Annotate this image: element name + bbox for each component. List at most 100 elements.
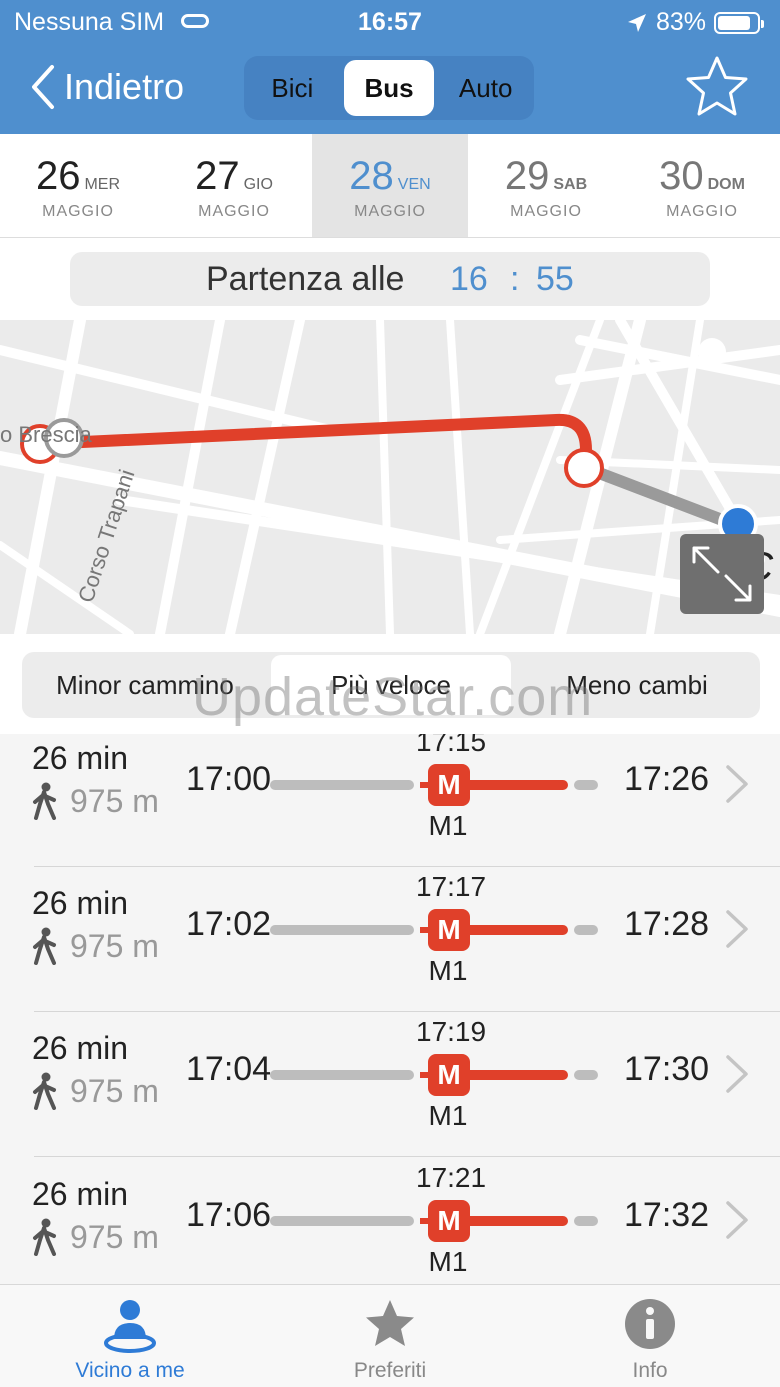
line-name: M1 [428, 1246, 468, 1277]
arrive-time: 17:26 [624, 760, 710, 798]
chevron-right-icon [726, 910, 748, 948]
walk-info: 975 m [32, 1072, 159, 1110]
walk-distance: 975 m [70, 1218, 159, 1255]
route-duration: 26 min [32, 1030, 129, 1066]
map-road [446, 320, 474, 634]
expand-icon [692, 546, 752, 602]
walk-segment [270, 925, 414, 935]
metro-segment [460, 925, 568, 935]
depart-time: 17:02 [186, 905, 272, 943]
tab-label: Preferiti [353, 1359, 427, 1382]
walk-segment [270, 1070, 414, 1080]
favorite-button[interactable] [684, 54, 750, 125]
departure-separator: : [510, 260, 520, 298]
tab-label: Info [632, 1359, 668, 1382]
walk-info: 975 m [32, 782, 159, 820]
mode-car[interactable]: Auto [440, 60, 531, 116]
date-day: 29 [504, 154, 550, 198]
chevron-left-icon [32, 65, 54, 109]
route-duration: 26 min [32, 885, 129, 921]
walking-person-icon [33, 1072, 56, 1110]
person-location-icon [104, 1300, 156, 1353]
transfer-time: 17:19 [416, 1016, 487, 1047]
line-name: M1 [428, 955, 468, 986]
walk-info: 975 m [32, 927, 159, 965]
battery-percent: 83% [655, 8, 706, 36]
walk-segment-end [574, 780, 598, 790]
route-row[interactable]: 26 min 975 m 17:04 17:19 M M1 17:30 [0, 1012, 780, 1157]
metro-segment [460, 780, 568, 790]
date-item-selected[interactable]: 28 VEN MAGGIO [312, 134, 468, 237]
star-outline-icon [686, 56, 748, 116]
route-row[interactable]: 26 min 975 m 17:00 17:15 M M1 17:26 [0, 734, 780, 867]
mode-bus[interactable]: Bus [343, 60, 435, 116]
transfer-time: 17:17 [416, 871, 487, 902]
date-month: MAGGIO [198, 203, 270, 220]
departure-hour[interactable]: 16 [450, 260, 488, 299]
line-name: M1 [428, 810, 468, 841]
date-weekday: DOM [707, 176, 745, 193]
nav-bar: Indietro Bici Bus Auto [0, 50, 780, 130]
date-weekday: MER [84, 176, 121, 193]
date-item[interactable]: 27 GIO MAGGIO [156, 134, 312, 237]
date-month: MAGGIO [510, 203, 582, 220]
mode-bike[interactable]: Bici [247, 60, 338, 116]
tab-nearby[interactable]: Vicino a me [0, 1285, 260, 1387]
map-road [376, 320, 394, 634]
walk-segment-end [574, 925, 598, 935]
header: Nessuna SIM 16:57 83% Indietro Bici Bus … [0, 0, 780, 134]
metro-segment [460, 1216, 568, 1226]
departure-time-picker[interactable]: Partenza alle 16 : 55 [70, 252, 710, 306]
date-day: 27 [195, 154, 240, 198]
tab-info[interactable]: Info [520, 1285, 780, 1387]
date-item[interactable]: 30 DOM MAGGIO [624, 134, 780, 237]
route-option-selector: Minor cammino Più veloce Meno cambi [22, 652, 760, 718]
route-transfer-marker [564, 448, 604, 488]
star-icon [366, 1300, 414, 1346]
transfer-time: 17:21 [416, 1162, 487, 1193]
walk-distance: 975 m [70, 927, 159, 964]
date-weekday: SAB [553, 176, 588, 193]
date-item[interactable]: 29 SAB MAGGIO [468, 134, 624, 237]
walk-segment [270, 780, 414, 790]
departure-minute[interactable]: 55 [536, 260, 574, 299]
route-row[interactable]: 26 min 975 m 17:06 17:21 M M1 17:32 [0, 1158, 780, 1284]
option-fewest-changes[interactable]: Meno cambi [517, 655, 757, 715]
back-button[interactable]: Indietro [30, 64, 184, 110]
route-row[interactable]: 26 min 975 m 17:02 17:17 M M1 17:28 [0, 867, 780, 1012]
walk-segment-end [574, 1216, 598, 1226]
departure-row: Partenza alle 16 : 55 [0, 238, 780, 320]
arrive-time: 17:32 [624, 1196, 710, 1234]
chevron-right-icon [726, 765, 748, 803]
metro-segment [460, 1070, 568, 1080]
date-month: MAGGIO [666, 203, 738, 220]
walking-person-icon [33, 782, 56, 820]
map-canvas: o Brescia Corso Trapani I C [0, 320, 780, 634]
walk-distance: 975 m [70, 1072, 159, 1109]
chevron-right-icon [726, 1055, 748, 1093]
chevron-right-icon [726, 1201, 748, 1239]
date-item[interactable]: 26 MER MAGGIO [0, 134, 156, 237]
route-map[interactable]: o Brescia Corso Trapani I C [0, 320, 780, 634]
info-icon [625, 1299, 675, 1349]
date-weekday: VEN [397, 176, 431, 193]
arrive-time: 17:28 [624, 905, 710, 943]
expand-map-button[interactable] [680, 534, 764, 614]
map-street-label: Corso Trapani [73, 466, 139, 605]
depart-time: 17:04 [186, 1050, 272, 1088]
option-least-walking[interactable]: Minor cammino [25, 655, 265, 715]
tab-bar: Vicino a me Preferiti Info [0, 1284, 780, 1387]
option-fastest[interactable]: Più veloce [271, 655, 511, 715]
status-bar: Nessuna SIM 16:57 83% [0, 0, 780, 44]
depart-time: 17:00 [186, 760, 272, 798]
tab-label: Vicino a me [75, 1359, 185, 1382]
map-road [155, 320, 225, 634]
date-day: 26 [35, 154, 81, 198]
status-right: 83% [626, 8, 764, 37]
tab-favorites[interactable]: Preferiti [260, 1285, 520, 1387]
walking-person-icon [33, 1218, 56, 1256]
departure-label: Partenza alle [206, 260, 405, 298]
map-road [225, 320, 305, 634]
metro-route [34, 413, 592, 474]
date-day: 30 [659, 154, 704, 198]
